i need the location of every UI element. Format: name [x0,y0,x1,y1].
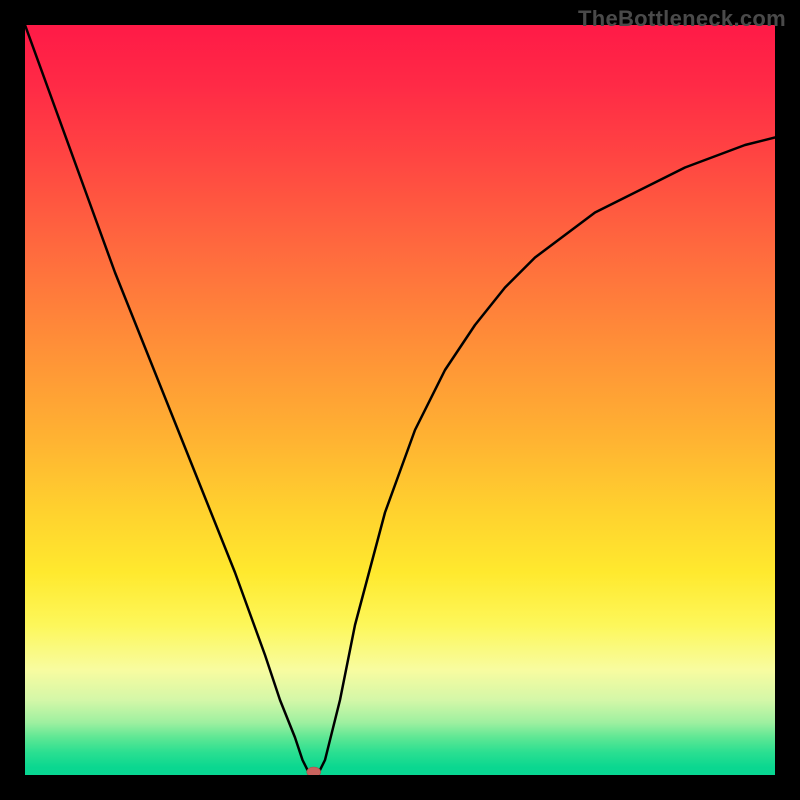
bottleneck-curve [25,25,775,775]
watermark-text: TheBottleneck.com [578,6,786,32]
chart-frame: TheBottleneck.com [0,0,800,800]
plot-area [25,25,775,775]
curve-svg [25,25,775,775]
min-marker [307,767,321,775]
